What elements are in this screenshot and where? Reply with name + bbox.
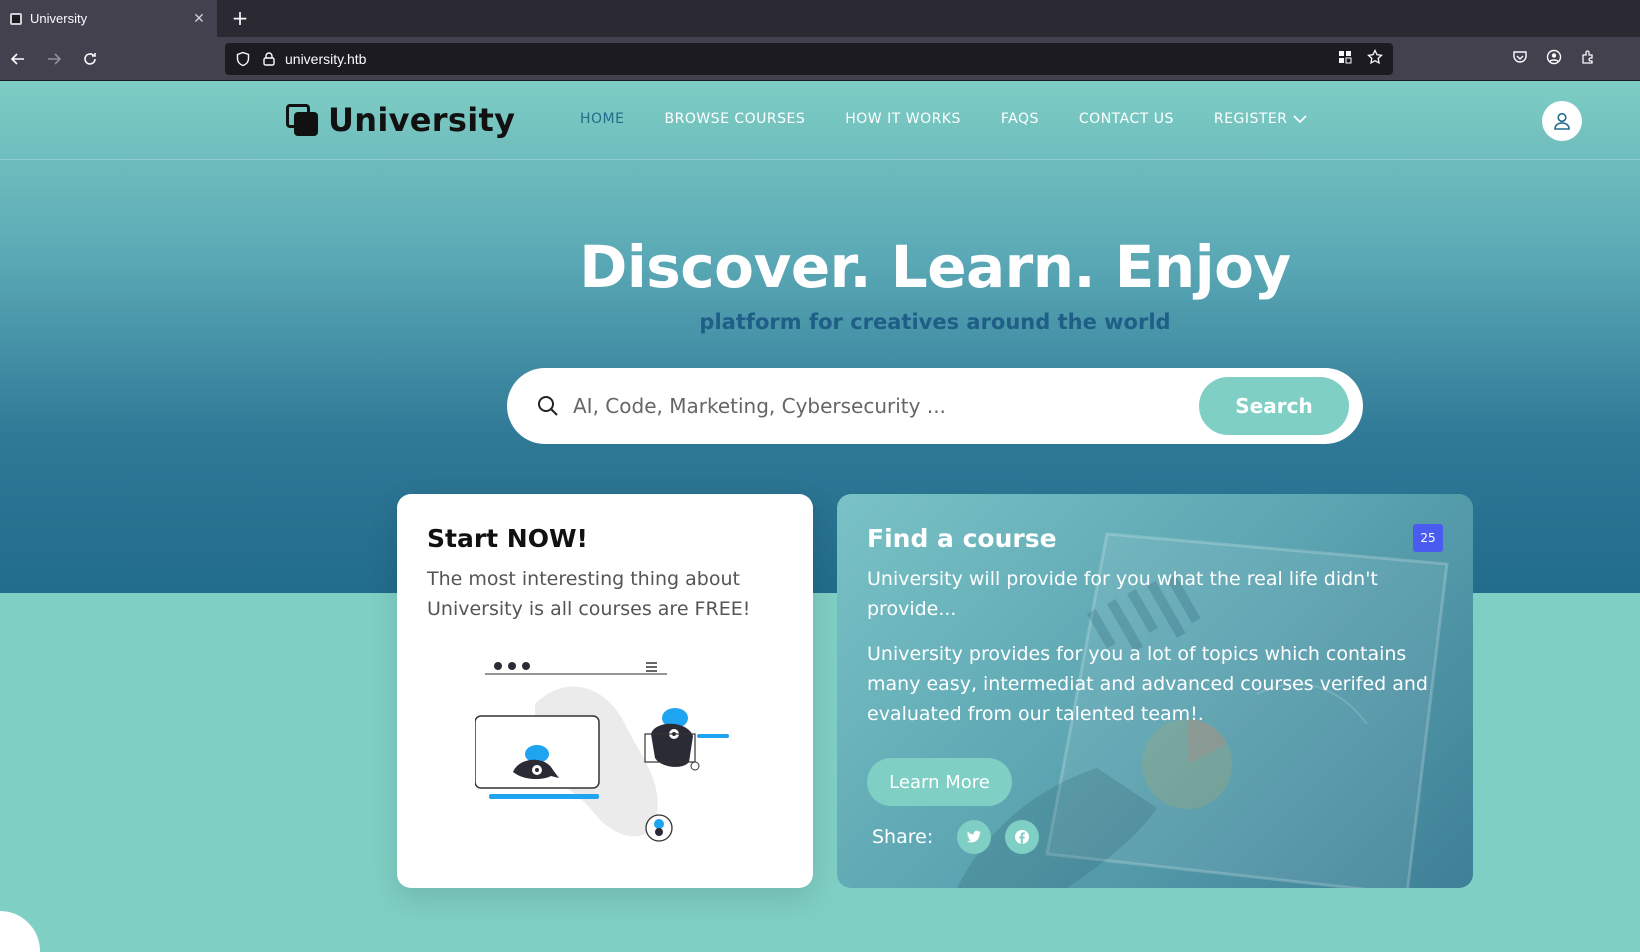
browser-tab-bar: University ✕ + [0,0,1640,37]
menu-item-how-it-works[interactable]: HOW IT WORKS [845,111,961,127]
account-icon[interactable] [1546,49,1562,65]
grid-icon[interactable] [1337,49,1353,65]
browser-nav-bar: university.htb [0,37,1640,81]
menu-item-home[interactable]: HOME [580,111,624,127]
share-row: Share: [872,820,1040,854]
lock-icon[interactable] [261,51,277,67]
back-button[interactable] [4,45,32,73]
count-badge: 25 [1413,524,1443,552]
learning-illustration [475,662,729,842]
reload-icon [84,53,96,65]
find-card-title: Find a course [867,524,1057,553]
back-icon [10,53,24,65]
site-logo[interactable]: University [286,101,515,139]
learn-more-button[interactable]: Learn More [867,758,1012,806]
extensions-icon[interactable] [1580,49,1596,65]
reload-button[interactable] [76,45,104,73]
forward-button[interactable] [40,45,68,73]
facebook-share-button[interactable] [1005,820,1040,854]
url-text[interactable]: university.htb [285,51,366,67]
url-bar[interactable]: university.htb [225,43,1393,75]
pocket-icon[interactable] [1512,49,1528,65]
find-card-text-1: University will provide for you what the… [867,568,1378,620]
hero-subtitle: platform for creatives around the world [699,310,1171,334]
star-icon[interactable] [1367,49,1383,65]
browser-tab[interactable]: University ✕ [0,0,217,37]
favicon-icon [10,12,22,25]
find-card-text-2: University provides for you a lot of top… [867,643,1428,725]
share-label: Share: [872,826,934,848]
hero-title: Discover. Learn. Enjoy [579,233,1291,301]
menu-item-browse-courses[interactable]: BROWSE COURSES [664,111,805,127]
logo-text: University [328,101,516,139]
chevron-down-icon [1293,115,1308,124]
start-card-text: The most interesting thing about Univers… [427,568,751,620]
facebook-icon [1015,830,1030,844]
logo-icon [286,104,318,136]
tab-title: University [30,11,88,26]
search-button[interactable]: Search [1199,377,1349,435]
site-header: University HOME BROWSE COURSES HOW IT WO… [0,81,1640,160]
twitter-icon [967,830,982,843]
search-icon [538,396,558,416]
start-now-card: Start NOW! The most interesting thing ab… [397,494,813,888]
web-page: University HOME BROWSE COURSES HOW IT WO… [0,81,1640,952]
new-tab-button[interactable]: + [228,6,252,30]
search-input[interactable] [573,394,1173,418]
register-label: REGISTER [1213,111,1288,127]
find-course-card: Find a course 25 University will provide… [837,494,1473,888]
menu-item-contact-us[interactable]: CONTACT US [1079,111,1174,127]
menu-item-register[interactable]: REGISTER [1214,111,1308,127]
menu-item-faqs[interactable]: FAQS [1001,111,1039,127]
forward-icon [48,53,62,65]
tab-close-button[interactable]: ✕ [187,10,211,27]
user-account-button[interactable] [1542,101,1582,141]
main-menu: HOME BROWSE COURSES HOW IT WORKS FAQS CO… [580,111,1347,127]
shield-icon[interactable] [235,51,251,67]
user-icon [1554,112,1570,130]
start-card-title: Start NOW! [427,524,588,553]
search-bar: Search [507,368,1363,444]
corner-decoration [0,911,40,952]
twitter-share-button[interactable] [957,820,992,854]
